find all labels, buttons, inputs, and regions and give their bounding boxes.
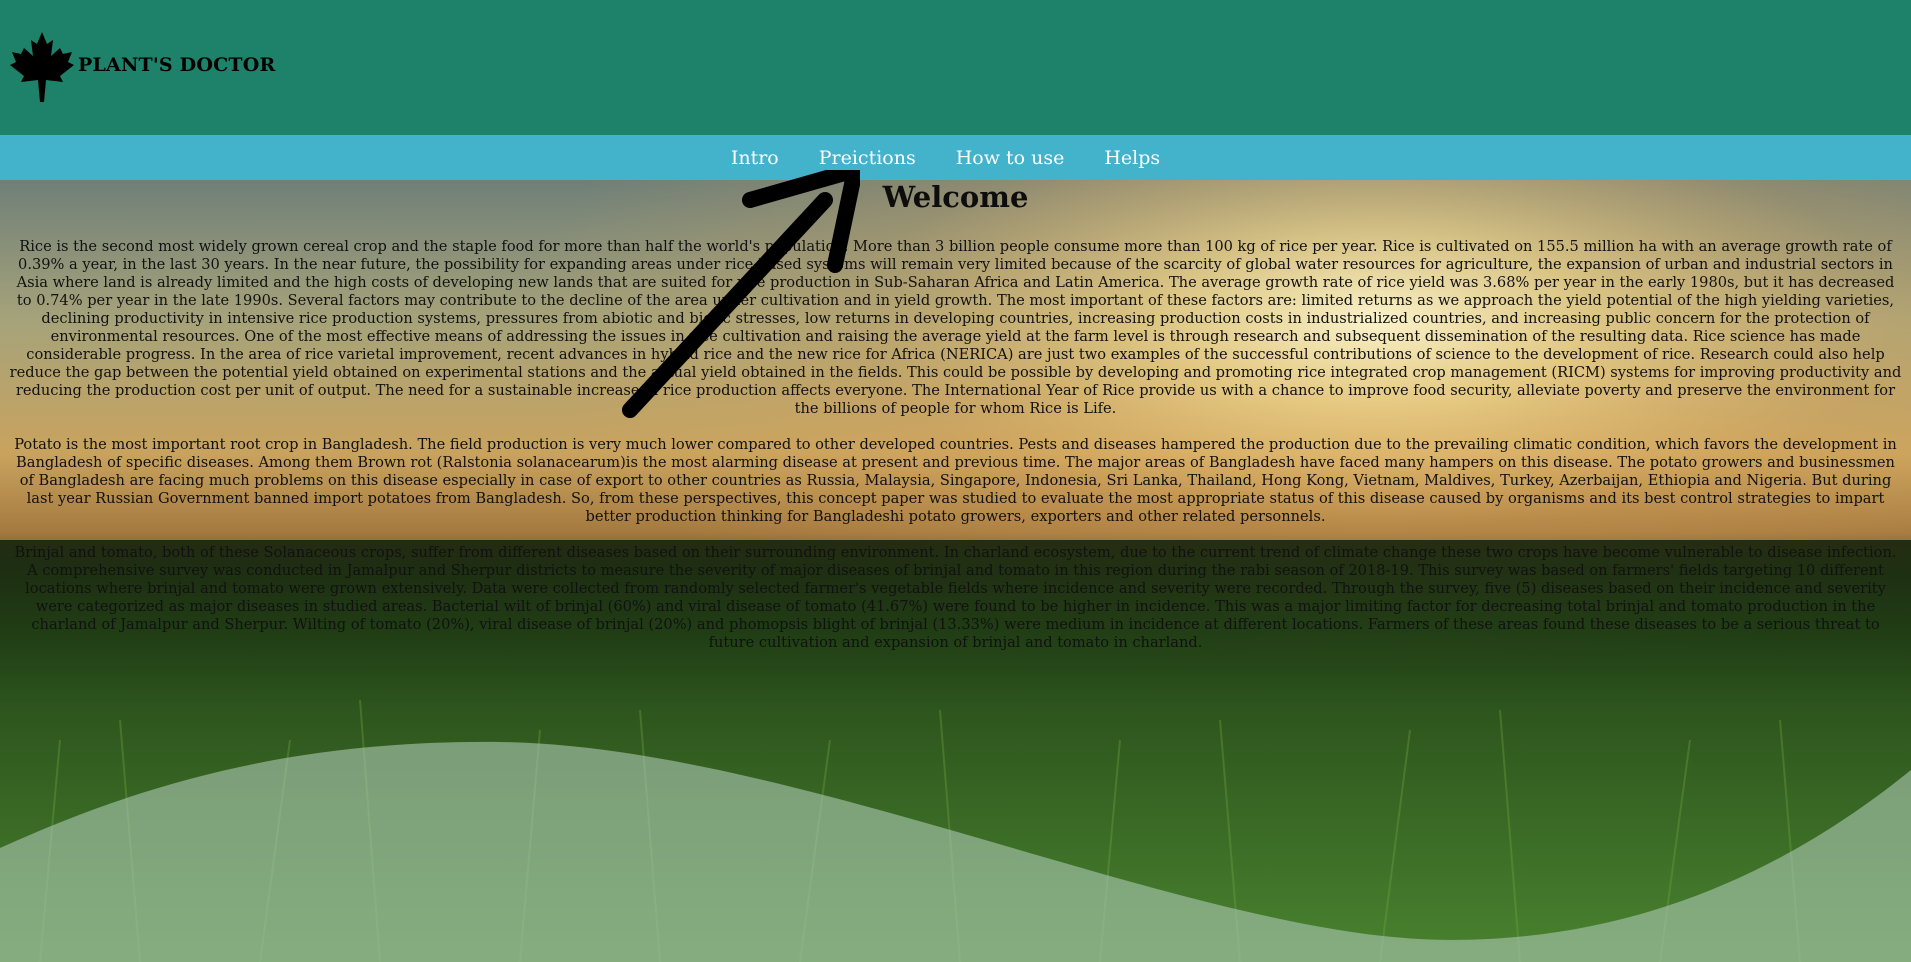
maple-leaf-icon [10,32,74,102]
nav-helps[interactable]: Helps [1104,147,1160,169]
main-nav: Intro Preictions How to use Helps [0,135,1911,180]
page-title: Welcome [882,180,1029,214]
main-content: Welcome Rice is the second most widely g… [0,180,1911,652]
brinjal-tomato-paragraph: Brinjal and tomato, both of these Solana… [14,544,1897,651]
rice-paragraph: Rice is the second most widely grown cer… [9,238,1902,417]
nav-how-to-use[interactable]: How to use [956,147,1065,169]
brand-name: PLANT'S DOCTOR [78,54,276,76]
site-header: PLANT'S DOCTOR [0,0,1911,135]
brand[interactable]: PLANT'S DOCTOR [8,30,275,104]
nav-predictions[interactable]: Preictions [819,147,916,169]
potato-paragraph: Potato is the most important root crop i… [14,436,1897,525]
nav-intro[interactable]: Intro [731,147,779,169]
